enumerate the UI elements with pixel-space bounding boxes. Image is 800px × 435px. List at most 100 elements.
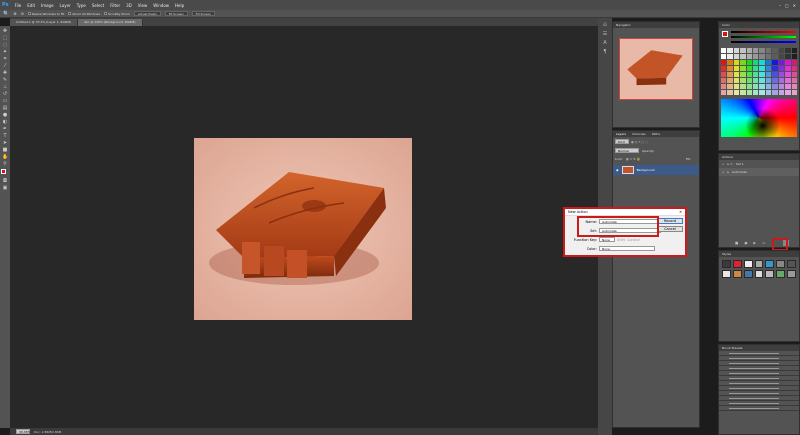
color-swatch[interactable] xyxy=(721,48,727,53)
color-spectrum[interactable] xyxy=(721,99,797,137)
properties-panel-icon[interactable]: ☰ xyxy=(601,31,609,37)
color-swatch[interactable] xyxy=(765,84,772,89)
color-swatch[interactable] xyxy=(759,60,765,65)
hand-tool-icon[interactable]: ✋ xyxy=(2,154,8,160)
swatches-grid[interactable] xyxy=(719,46,799,97)
color-swatch[interactable] xyxy=(765,54,772,59)
color-swatch[interactable] xyxy=(746,60,753,65)
cancel-button[interactable]: Cancel xyxy=(657,226,683,232)
color-swatch[interactable] xyxy=(746,72,753,77)
color-swatch[interactable] xyxy=(721,66,727,71)
color-swatch[interactable] xyxy=(778,78,785,83)
scrubby-zoom-checkbox[interactable]: Scrubby Zoom xyxy=(104,12,130,16)
style-swatch[interactable] xyxy=(765,270,775,278)
menu-view[interactable]: View xyxy=(138,3,148,8)
tab-channels[interactable]: Channels xyxy=(632,131,646,137)
visibility-eye-icon[interactable]: ◉ xyxy=(616,168,619,172)
color-swatch[interactable] xyxy=(778,60,785,65)
blend-mode-select[interactable]: Normal xyxy=(615,148,639,153)
tab-layers[interactable]: Layers xyxy=(616,131,626,137)
color-swatch[interactable] xyxy=(753,54,759,59)
color-swatch[interactable] xyxy=(727,48,733,53)
shape-tool-icon[interactable]: ■ xyxy=(2,147,8,153)
color-swatch[interactable] xyxy=(772,84,778,89)
path-select-icon[interactable]: ➤ xyxy=(2,140,8,146)
zoom-out-icon[interactable]: ⊖ xyxy=(21,11,24,16)
color-swatch[interactable] xyxy=(727,66,733,71)
menu-type[interactable]: Type xyxy=(77,3,86,8)
gradient-tool-icon[interactable]: ▤ xyxy=(2,105,8,111)
menu-image[interactable]: Image xyxy=(41,3,54,8)
doc-tab-1[interactable]: Untitled-1 @ 33.3% (Layer 1, RGB/8) xyxy=(10,19,79,26)
menu-layer[interactable]: Layer xyxy=(60,3,71,8)
resize-windows-checkbox[interactable]: Resize Windows to Fit xyxy=(27,12,64,16)
color-swatch[interactable] xyxy=(740,72,746,77)
color-swatch[interactable] xyxy=(746,48,753,53)
color-swatch[interactable] xyxy=(759,54,765,59)
lock-icons[interactable]: ▦ ✎ ✥ 🔒 xyxy=(626,157,640,161)
color-swatch[interactable] xyxy=(765,48,772,53)
magic-wand-tool-icon[interactable]: ✦ xyxy=(2,49,8,55)
fit-screen-button[interactable]: Fit Screen xyxy=(164,11,188,16)
style-swatch[interactable] xyxy=(754,260,764,268)
color-swatch[interactable] xyxy=(785,84,791,89)
style-swatch[interactable] xyxy=(776,260,786,268)
color-swatch[interactable] xyxy=(740,84,746,89)
eraser-tool-icon[interactable]: ▭ xyxy=(2,98,8,104)
fill-screen-button[interactable]: Fill Screen xyxy=(191,11,215,16)
move-tool-icon[interactable]: ✥ xyxy=(2,28,8,34)
color-swatch[interactable] xyxy=(765,90,772,95)
color-swatch[interactable] xyxy=(746,66,753,71)
foreground-color-swatch[interactable] xyxy=(1,169,9,177)
color-swatch[interactable] xyxy=(791,78,797,83)
color-swatch[interactable] xyxy=(740,90,746,95)
crop-tool-icon[interactable]: ⌗ xyxy=(2,56,8,62)
marquee-tool-icon[interactable]: ⬚ xyxy=(2,35,8,41)
color-swatch[interactable] xyxy=(721,84,727,89)
brush-preset[interactable] xyxy=(719,406,799,411)
color-swatch[interactable] xyxy=(772,60,778,65)
color-swatch[interactable] xyxy=(778,72,785,77)
menu-file[interactable]: File xyxy=(15,3,22,8)
history-panel-icon[interactable]: ⎌ xyxy=(601,22,609,28)
color-swatch[interactable] xyxy=(721,54,727,59)
color-swatch[interactable] xyxy=(753,84,759,89)
function-key-select[interactable]: None xyxy=(599,237,615,242)
history-brush-icon[interactable]: ↺ xyxy=(2,91,8,97)
red-slider[interactable] xyxy=(731,31,796,33)
color-swatch[interactable] xyxy=(740,78,746,83)
color-swatch[interactable] xyxy=(759,90,765,95)
action-set-row[interactable]: ✓ ▸ ▭ Set 1 xyxy=(719,160,799,168)
filter-icons[interactable]: ▣ ◎ T ▢ ⬚ xyxy=(631,140,648,144)
style-swatch[interactable] xyxy=(743,260,753,268)
foreground-color[interactable] xyxy=(1,169,6,174)
color-swatch[interactable] xyxy=(753,90,759,95)
color-swatch[interactable] xyxy=(791,48,797,53)
color-swatch[interactable] xyxy=(721,78,727,83)
color-swatch[interactable] xyxy=(785,90,791,95)
color-swatch[interactable] xyxy=(791,66,797,71)
color-swatch[interactable] xyxy=(753,78,759,83)
color-swatch[interactable] xyxy=(721,90,727,95)
color-swatch[interactable] xyxy=(727,72,733,77)
record-button[interactable]: Record xyxy=(657,218,683,224)
style-swatch[interactable] xyxy=(743,270,753,278)
close-icon[interactable]: ✕ xyxy=(679,209,682,215)
stop-icon[interactable]: ■ xyxy=(735,241,738,245)
color-swatch[interactable] xyxy=(733,60,740,65)
color-swatch[interactable] xyxy=(727,60,733,65)
healing-tool-icon[interactable]: ✚ xyxy=(2,70,8,76)
menu-select[interactable]: Select xyxy=(92,3,104,8)
color-swatch[interactable] xyxy=(791,60,797,65)
color-swatch[interactable] xyxy=(791,90,797,95)
zoom-in-icon[interactable]: ⊕ xyxy=(13,11,16,16)
color-swatch[interactable] xyxy=(753,72,759,77)
color-swatch[interactable] xyxy=(740,66,746,71)
color-swatch[interactable] xyxy=(746,78,753,83)
brush-list[interactable] xyxy=(719,351,799,411)
color-swatch[interactable] xyxy=(733,66,740,71)
color-swatch[interactable] xyxy=(778,48,785,53)
style-swatch[interactable] xyxy=(722,260,731,268)
document-canvas[interactable] xyxy=(194,138,412,320)
color-swatch[interactable] xyxy=(746,84,753,89)
